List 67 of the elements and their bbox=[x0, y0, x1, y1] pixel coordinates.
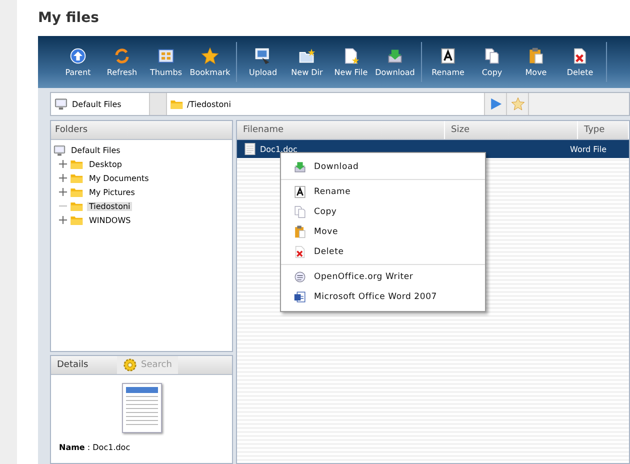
menu-item[interactable]: Rename bbox=[281, 182, 485, 202]
clipboard-icon bbox=[293, 225, 307, 239]
menu-item[interactable]: Copy bbox=[281, 202, 485, 222]
tree-item[interactable]: WINDOWS bbox=[87, 216, 133, 224]
drive-icon bbox=[54, 97, 68, 111]
drive-icon bbox=[53, 144, 66, 156]
refresh-icon bbox=[113, 47, 131, 65]
expand-toggle-icon[interactable] bbox=[59, 174, 67, 182]
toolbar-button[interactable]: Rename bbox=[428, 47, 468, 77]
toolbar-button[interactable]: Upload bbox=[243, 47, 283, 77]
go-button[interactable] bbox=[484, 93, 506, 115]
rename-icon bbox=[439, 47, 457, 65]
toolbar-button[interactable]: Parent bbox=[58, 47, 98, 77]
panel-tab[interactable]: Details bbox=[51, 356, 117, 374]
menu-item[interactable]: Move bbox=[281, 222, 485, 242]
expand-toggle-icon[interactable] bbox=[59, 188, 67, 196]
file-name-detail: Name : Doc1.doc bbox=[58, 443, 130, 452]
document-icon bbox=[293, 270, 307, 284]
file-icon bbox=[243, 142, 257, 156]
new-folder-icon bbox=[298, 47, 316, 65]
copy-icon bbox=[483, 47, 501, 65]
toolbar-button[interactable]: Delete bbox=[560, 47, 600, 77]
download-icon bbox=[293, 160, 307, 174]
rename-icon bbox=[293, 185, 307, 199]
tree-item[interactable]: Tiedostoni bbox=[87, 202, 132, 210]
menu-item[interactable]: Delete bbox=[281, 242, 485, 262]
page-title: My files bbox=[38, 10, 100, 26]
column-header[interactable]: Filename bbox=[237, 121, 445, 139]
menu-item[interactable]: Microsoft Office Word 2007 bbox=[281, 287, 485, 307]
toolbar-button[interactable]: Refresh bbox=[102, 47, 142, 77]
expand-toggle-icon[interactable] bbox=[59, 160, 67, 168]
column-header[interactable]: Type bbox=[578, 121, 629, 139]
document-preview bbox=[122, 383, 162, 433]
tree-item[interactable]: Default Files bbox=[69, 146, 122, 154]
expand-toggle-icon[interactable] bbox=[59, 216, 67, 224]
star-icon bbox=[201, 47, 219, 65]
play-icon bbox=[488, 97, 502, 111]
table-cell: Doc1.doc bbox=[260, 144, 298, 154]
toolbar-button[interactable]: Bookmark bbox=[190, 47, 230, 77]
path-field[interactable]: /Tiedostoni bbox=[167, 97, 484, 111]
menu-item[interactable]: OpenOffice.org Writer bbox=[281, 267, 485, 287]
path-text: /Tiedostoni bbox=[187, 100, 231, 108]
tree-item[interactable]: Desktop bbox=[87, 160, 124, 168]
download-icon bbox=[386, 47, 404, 65]
clipboard-icon bbox=[527, 47, 545, 65]
menu-item[interactable]: Download bbox=[281, 157, 485, 177]
gear-icon bbox=[123, 358, 137, 372]
star-icon bbox=[510, 97, 524, 111]
toolbar-button[interactable]: Copy bbox=[472, 47, 512, 77]
upload-icon bbox=[254, 47, 272, 65]
grid-icon bbox=[157, 47, 175, 65]
toolbar-button[interactable]: New File bbox=[331, 47, 371, 77]
toolbar-button[interactable]: Download bbox=[375, 47, 415, 77]
tree-item[interactable]: My Pictures bbox=[87, 188, 137, 196]
delete-icon bbox=[293, 245, 307, 259]
toolbar-button[interactable]: Move bbox=[516, 47, 556, 77]
location-label: Default Files bbox=[72, 100, 122, 108]
delete-icon bbox=[571, 47, 589, 65]
toolbar-button[interactable]: New Dir bbox=[287, 47, 327, 77]
panel-title: Folders bbox=[51, 121, 232, 140]
tree-item[interactable]: My Documents bbox=[87, 174, 151, 182]
column-header[interactable]: Size bbox=[445, 121, 578, 139]
table-cell: Word File bbox=[570, 144, 606, 154]
copy-icon bbox=[293, 205, 307, 219]
document-icon bbox=[293, 290, 307, 304]
toolbar-button[interactable]: Thumbs bbox=[146, 47, 186, 77]
new-file-icon bbox=[342, 47, 360, 65]
